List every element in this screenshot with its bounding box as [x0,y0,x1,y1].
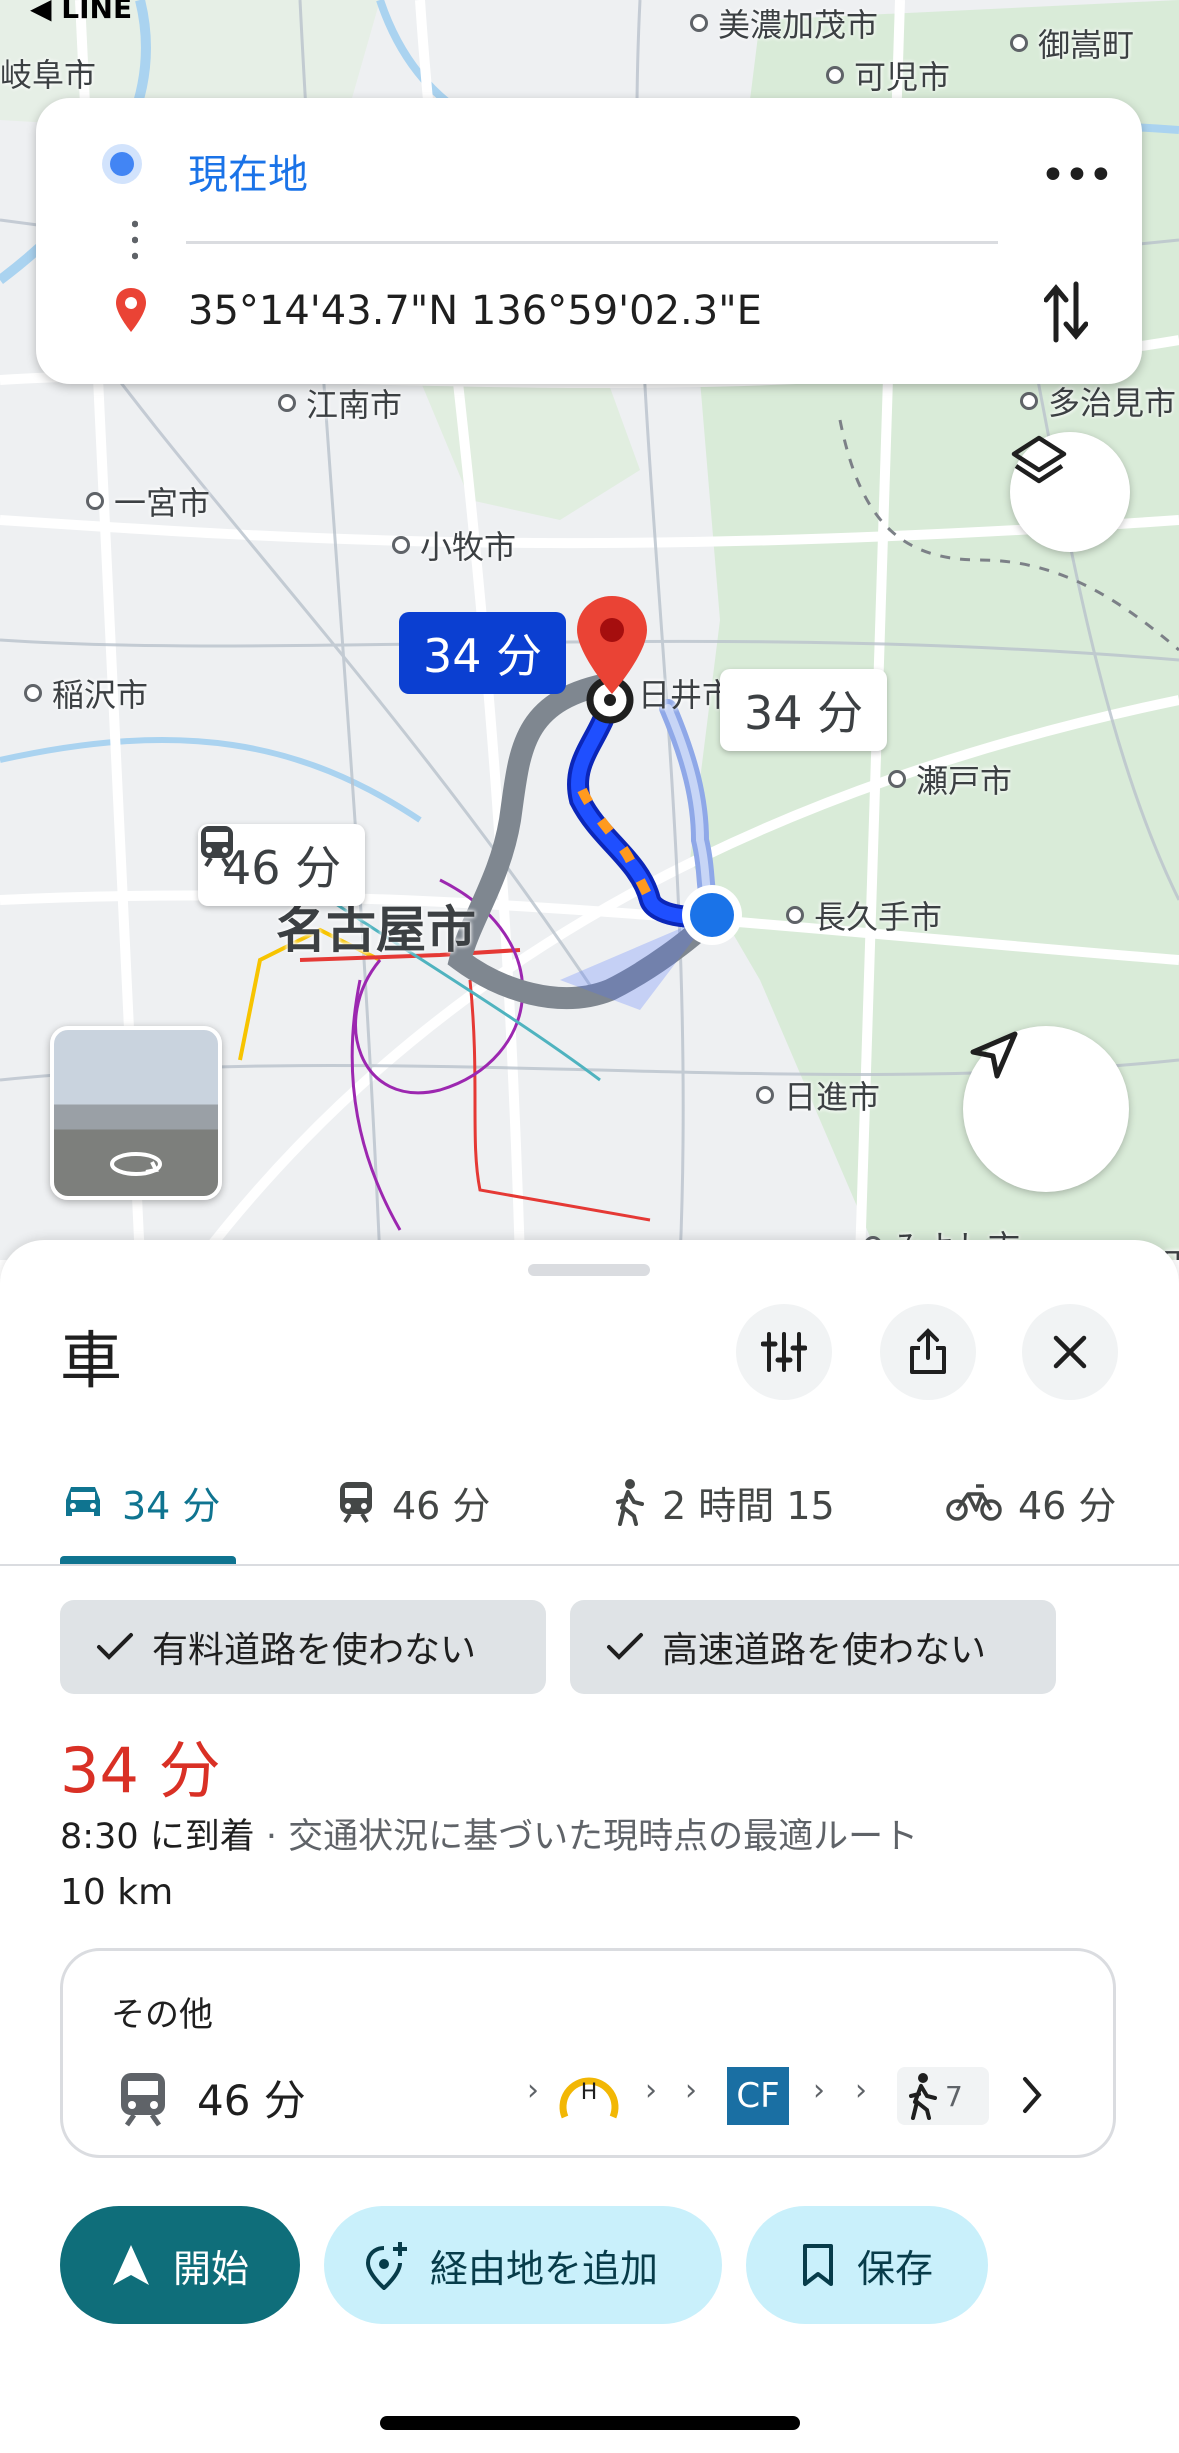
chevron-right-icon: › [813,2073,825,2108]
destination-pin-icon[interactable] [577,596,647,696]
city-dot-icon [1020,392,1038,410]
share-icon [910,1328,946,1374]
map-label-komaki: 小牧市 [392,522,516,568]
other-route-time: 46 分 [197,2076,306,2125]
svg-text:H: H [581,2080,598,2105]
arrival-time: 8:30 に到着 [60,1817,255,1857]
tab-bike[interactable]: 46 分 [946,1440,1116,1564]
check-icon [97,1633,133,1660]
add-waypoint-button[interactable]: 経由地を追加 [324,2206,722,2324]
back-to-app-link[interactable]: ◀ LINE [30,0,132,25]
city-dot-icon [756,1086,774,1104]
home-indicator [380,2416,800,2430]
walk-icon [909,2073,937,2120]
map-label-inazawa: 稲沢市 [24,670,148,716]
map-label-gifu: 岐阜市 [0,56,97,94]
bus-h-badge-icon: H [557,2063,621,2127]
tab-drive[interactable]: 34 分 [60,1440,220,1564]
city-dot-icon [690,14,708,32]
walk-segment: 7 [897,2067,989,2125]
location-pin-icon [116,288,146,332]
sheet-drag-handle[interactable] [528,1264,650,1276]
tab-walk[interactable]: 2 時間 15 [612,1440,835,1564]
close-icon [1053,1335,1087,1369]
bike-icon [946,1484,1002,1521]
map-label-minokamo: 美濃加茂市 [690,0,878,46]
map-label-mitake: 御嵩町 [1010,20,1134,66]
travel-mode-tabs: 34 分 46 分 2 時間 15 46 分 [0,1440,1179,1566]
close-button[interactable] [1022,1304,1118,1400]
avoid-highways-chip[interactable]: 高速道路を使わない [570,1600,1056,1694]
street-view-thumbnail[interactable] [50,1026,222,1200]
check-icon [607,1633,643,1660]
navigation-arrow-icon [112,2245,149,2285]
city-dot-icon [24,684,42,702]
walk-icon [616,1479,644,1526]
origin-input[interactable]: 現在地 [188,142,308,200]
car-icon [66,1487,100,1516]
divider [186,241,998,244]
city-dot-icon [86,492,104,510]
other-route-title: その他 [111,1995,213,2035]
train-icon [121,2073,165,2127]
other-route-card[interactable]: その他 46 分 › H › › CF › › 7 [60,1948,1116,2158]
route-time-bubble-selected[interactable]: 34 分 [399,612,567,694]
city-dot-icon [1010,34,1028,52]
arrival-info: 8:30 に到着 · 交通状況に基づいた現時点の最適ルート [60,1808,918,1859]
active-tab-indicator [60,1556,236,1564]
map-label-nagakute: 長久手市 [786,892,942,938]
my-location-button[interactable] [963,1026,1129,1192]
more-options-icon[interactable]: ••• [1040,150,1114,201]
chevron-right-icon: › [855,2073,867,2108]
chevron-right-icon: › [527,2073,539,2108]
rotate-360-icon [110,1152,162,1176]
navigation-arrow-icon [970,1031,1018,1079]
start-navigation-button[interactable]: 開始 [60,2206,300,2324]
map-label-ichinomiya: 一宮市 [86,478,210,524]
city-dot-icon [392,536,410,554]
chevron-right-icon [1023,2077,1042,2113]
route-time-bubble-alternative[interactable]: 34 分 [720,669,888,751]
travel-mode-title: 車 [60,1324,123,1397]
tab-transit[interactable]: 46 分 [336,1440,490,1564]
map-view[interactable]: 岐阜市 美濃加茂市 可児市 御嵩町 江南市 多治見市 一宮市 小牧市 稲沢市 日… [0,0,1179,1260]
origin-dot-icon [110,152,134,176]
chevron-right-icon: › [685,2073,697,2108]
route-duration[interactable]: 34 分 [60,1720,221,1810]
share-button[interactable] [880,1304,976,1400]
directions-search-card: 現在地 35°14'43.7"N 136°59'02.3"E ••• [36,98,1142,384]
train-icon [340,1482,372,1524]
chevron-right-icon: › [645,2073,657,2108]
save-button[interactable]: 保存 [746,2206,988,2324]
avoid-tolls-chip[interactable]: 有料道路を使わない [60,1600,546,1694]
tune-icon [761,1332,807,1372]
city-dot-icon [786,906,804,924]
map-label-nisshin: 日進市 [756,1072,880,1118]
layers-button[interactable] [1010,432,1130,552]
map-label-tajimi: 多治見市 [1020,378,1176,424]
destination-input[interactable]: 35°14'43.7"N 136°59'02.3"E [188,288,762,334]
route-options-button[interactable] [736,1304,832,1400]
city-dot-icon [826,66,844,84]
connector-dots-icon [132,216,138,264]
add-location-icon [365,2242,407,2290]
line-cf-badge: CF [727,2067,789,2125]
city-dot-icon [888,770,906,788]
layers-icon [1011,435,1067,484]
route-distance: 10 km [60,1872,174,1913]
transit-time-bubble[interactable]: 46 分 [198,824,366,906]
map-label-konan: 江南市 [278,380,402,426]
city-dot-icon [278,394,296,412]
map-label-seto: 瀬戸市 [888,756,1012,802]
swap-icon[interactable] [1044,280,1088,344]
walk-minutes: 7 [945,2079,963,2113]
directions-bottom-sheet: 車 34 分 46 分 2 時間 15 46 分 有料道路を使わない 高速道路を… [0,1240,1179,2453]
map-label-kani: 可児市 [826,52,950,98]
train-icon [201,826,233,868]
bookmark-icon [802,2244,833,2286]
route-note: · 交通状況に基づいた現時点の最適ルート [254,1817,919,1857]
